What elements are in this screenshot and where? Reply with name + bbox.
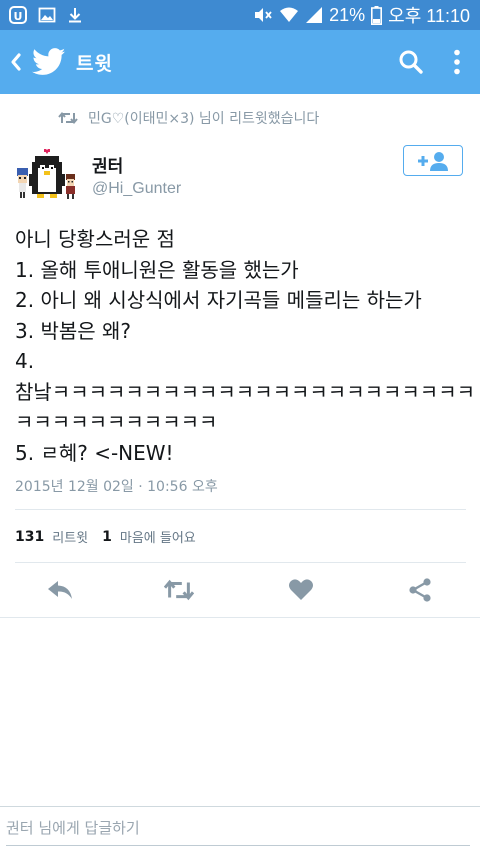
share-button[interactable]: [405, 576, 435, 604]
follow-user-icon: [418, 151, 448, 171]
reply-icon: [48, 581, 72, 599]
tweet-timestamp: 2015년 12월 02일 · 10:56 오후: [15, 479, 218, 495]
retweet-count[interactable]: 131: [15, 529, 44, 545]
retweet-context: 민G♡(이태민×3) 님이 리트윗했습니다: [58, 108, 319, 128]
battery-percent: 21%: [329, 4, 366, 25]
reply-bar: [0, 806, 480, 854]
retweet-context-text: 민G♡(이태민×3) 님이 리트윗했습니다: [88, 111, 320, 127]
tweet-line: 3. 박봄은 왜?: [15, 318, 132, 343]
reply-input-underline: [6, 845, 470, 846]
page-title: 트윗: [76, 52, 113, 75]
clock: 오후 11:10: [388, 6, 470, 26]
search-button[interactable]: [388, 30, 434, 94]
tweet-line: 4.: [15, 349, 35, 373]
tweet-line: 1. 올해 투애니원은 활동을 했는가: [15, 257, 299, 282]
like-count-label[interactable]: 마음에 들어요: [120, 527, 196, 546]
twitter-bird-icon: [32, 48, 66, 75]
app-bar: 트윗: [0, 30, 480, 94]
like-button[interactable]: [286, 576, 316, 604]
avatar[interactable]: [14, 146, 80, 204]
twitter-logo: [32, 48, 66, 76]
chevron-left-icon: [11, 53, 21, 71]
retweet-small-icon: [58, 111, 78, 125]
author-name[interactable]: 권터: [92, 152, 123, 177]
notification-app-icon: U: [9, 6, 27, 24]
back-button[interactable]: [2, 30, 30, 94]
tweet-line: ㅋㅋㅋㅋㅋㅋㅋㅋㅋㅋㅋ: [15, 410, 218, 434]
battery-icon: [371, 5, 383, 25]
tweet-line: 아니 당황스러운 점: [15, 227, 175, 251]
like-count[interactable]: 1: [102, 529, 112, 545]
search-icon: [399, 50, 423, 74]
tweet-text: 아니 당황스러운 점 1. 올해 투애니원은 활동을 했는가 2. 아니 왜 시…: [15, 224, 475, 468]
mute-icon: [255, 8, 272, 22]
reply-input[interactable]: [6, 815, 466, 841]
heart-icon: [289, 579, 313, 600]
author-handle[interactable]: @Hi_Gunter: [92, 180, 181, 198]
wifi-icon: [280, 7, 299, 22]
section-divider: [0, 617, 480, 618]
tweet-line: 참낰ㅋㅋㅋㅋㅋㅋㅋㅋㅋㅋㅋㅋㅋㅋㅋㅋㅋㅋㅋㅋㅋㅋㅋ: [15, 379, 475, 404]
overflow-menu-button[interactable]: [434, 30, 480, 94]
reply-button[interactable]: [45, 576, 75, 604]
tweet-line: 5. ㄹ혜? <-NEW!: [15, 440, 174, 465]
divider: [15, 562, 466, 563]
retweet-icon: [164, 579, 194, 601]
penguin-avatar-icon: [17, 149, 75, 199]
retweet-count-label[interactable]: 리트윗: [52, 527, 88, 546]
gallery-icon: [38, 7, 56, 23]
download-icon: [69, 8, 81, 23]
share-icon: [409, 578, 431, 602]
tweet-stats: 131 리트윗 1 마음에 들어요: [15, 527, 196, 547]
signal-icon: [306, 7, 323, 23]
retweet-button[interactable]: [164, 576, 194, 604]
status-bar: U 21% 오후 11:10: [0, 0, 480, 30]
divider: [15, 509, 466, 510]
tweet-line: 2. 아니 왜 시상식에서 자기곡들 메들리는 하는가: [15, 288, 422, 312]
svg-text:U: U: [14, 10, 23, 23]
tweet-actions: [0, 570, 480, 610]
follow-button[interactable]: [403, 145, 463, 176]
more-vertical-icon: [454, 49, 460, 75]
